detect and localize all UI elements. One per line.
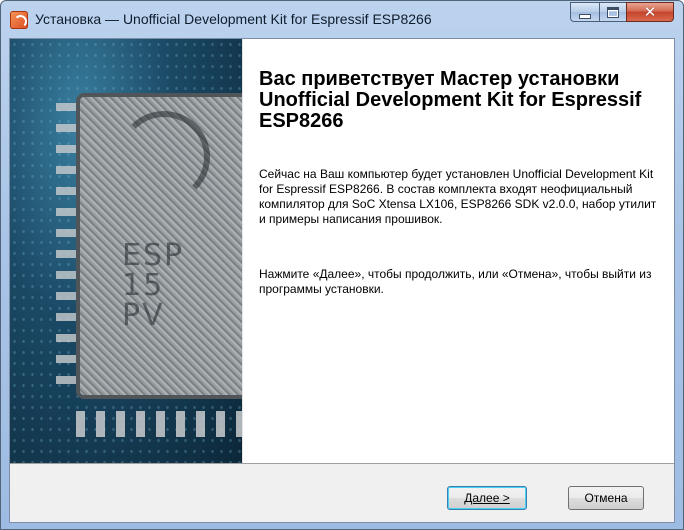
chip-marking-line-2: 15 [122, 268, 165, 303]
maximize-icon [607, 6, 619, 18]
minimize-button[interactable] [570, 2, 599, 22]
installer-window: Установка — Unofficial Development Kit f… [0, 0, 684, 530]
welcome-description: Сейчас на Ваш компьютер будет установлен… [259, 167, 657, 226]
title-bar[interactable]: Установка — Unofficial Development Kit f… [1, 1, 683, 37]
chip-pins-bottom [76, 411, 242, 437]
wizard-page: ESP 15 PV Вас приветствует Мастер устано… [9, 38, 675, 523]
cancel-button[interactable]: Отмена [568, 486, 644, 510]
close-button[interactable]: ✕ [626, 2, 674, 22]
espressif-logo [118, 111, 210, 203]
caption-buttons: ✕ [570, 2, 674, 24]
next-button-label: Далее > [464, 491, 510, 505]
chip-marking-line-1: ESP [122, 238, 185, 273]
banner-divider [242, 39, 243, 463]
chip-marking-line-3: PV [122, 298, 165, 333]
welcome-instructions: Нажмите «Далее», чтобы продолжить, или «… [259, 267, 652, 296]
welcome-banner-image: ESP 15 PV [10, 39, 242, 463]
window-title: Установка — Unofficial Development Kit f… [35, 11, 432, 27]
maximize-button[interactable] [599, 2, 626, 22]
close-icon: ✕ [643, 2, 657, 21]
next-button[interactable]: Далее > [447, 486, 527, 510]
minimize-icon [579, 13, 591, 19]
chip-pins-left [56, 103, 76, 393]
welcome-heading: Вас приветствует Мастер установки Unoffi… [259, 68, 642, 132]
installer-icon [10, 11, 28, 29]
chip-marking: ESP 15 PV [122, 241, 184, 331]
button-bar: Далее > Отмена [10, 463, 674, 522]
